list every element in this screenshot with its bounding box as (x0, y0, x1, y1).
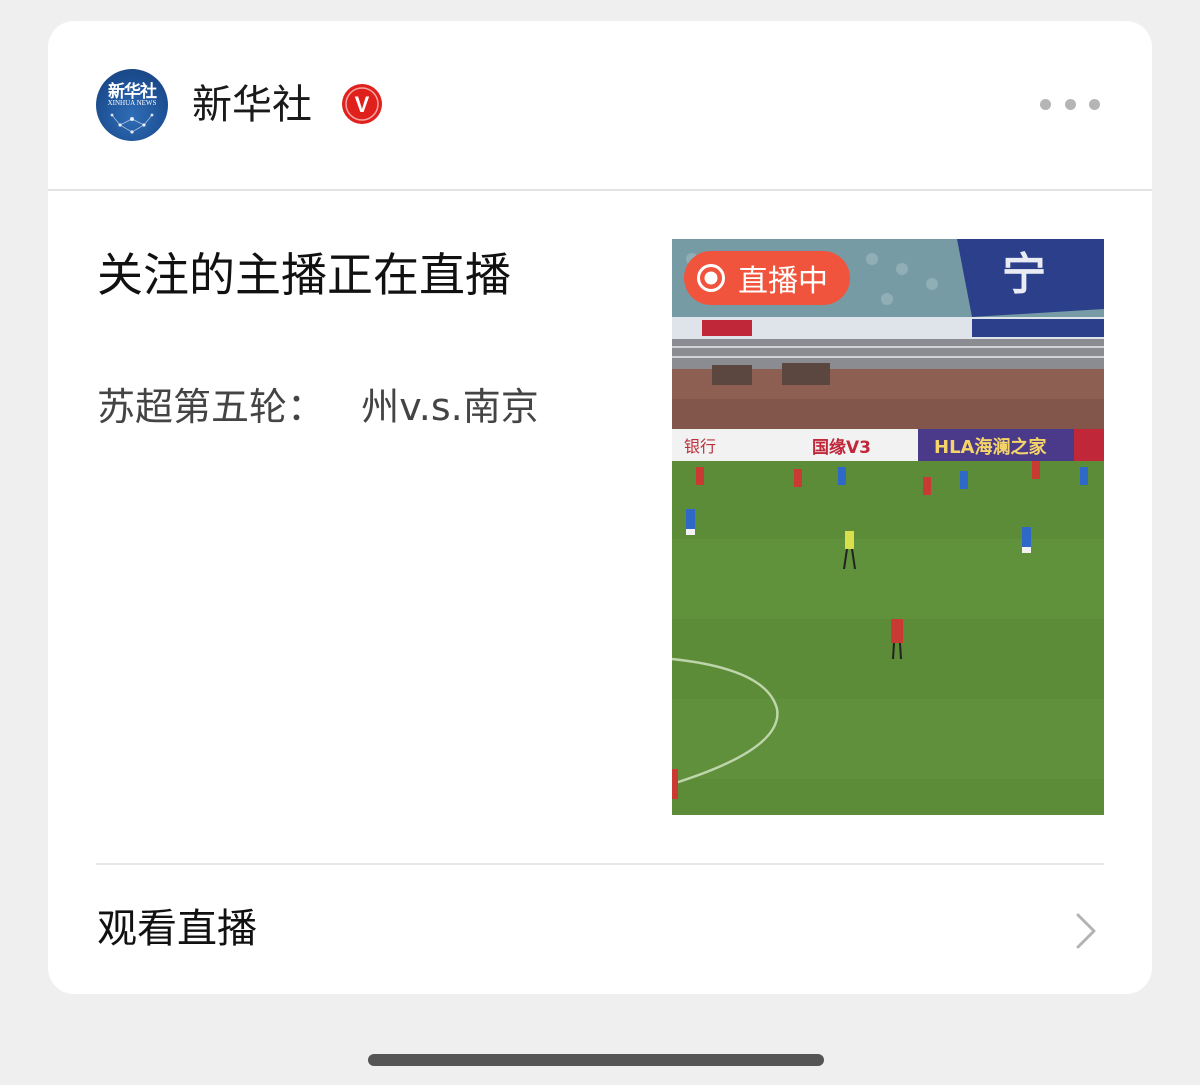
card-header: 新华社 XINHUA NEWS 新华社 V (48, 21, 1152, 191)
ad-board-hla: HLA海澜之家 (934, 436, 1047, 458)
ad-board-guoyuan: 国缘V3 (812, 437, 871, 458)
verified-mark: V (355, 92, 370, 117)
chevron-right-icon (1076, 913, 1096, 949)
match-subtitle: 苏超第五轮： 州v.s.南京 (97, 385, 539, 429)
svg-text:银行: 银行 (684, 437, 716, 456)
football-match-scene: 宁 银行 国缘V3 HLA海澜之家 (672, 239, 1104, 815)
live-video-thumbnail[interactable]: 宁 银行 国缘V3 HLA海澜之家 直播中 (672, 239, 1104, 815)
logo-network-dots (110, 113, 154, 134)
more-dot (1064, 98, 1076, 110)
svg-text:宁: 宁 (1002, 249, 1046, 300)
verified-v-icon: V (342, 84, 382, 124)
watch-live-label: 观看直播 (97, 906, 257, 952)
live-record-icon (697, 264, 725, 292)
home-indicator[interactable] (368, 1054, 824, 1066)
more-dot (1040, 98, 1051, 110)
xinhua-logo-avatar[interactable]: 新华社 XINHUA NEWS (96, 69, 168, 141)
live-notification-card: 新华社 XINHUA NEWS 新华社 V 关注的主播正在直播 苏超第五轮： 州… (48, 21, 1152, 994)
more-dots-icon[interactable] (1040, 93, 1100, 115)
live-badge: 直播中 (684, 251, 850, 305)
more-dot (1089, 98, 1100, 110)
watch-live-button[interactable]: 观看直播 (48, 865, 1152, 994)
live-title: 关注的主播正在直播 (97, 248, 511, 302)
account-name[interactable]: 新华社 (192, 79, 312, 131)
live-badge-label: 直播中 (738, 264, 828, 299)
